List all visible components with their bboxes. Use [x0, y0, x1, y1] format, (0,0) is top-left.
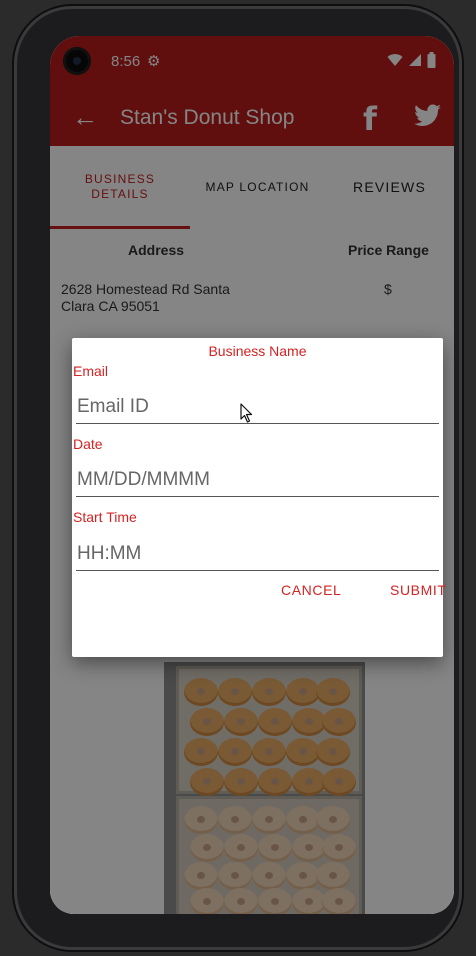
start-time-label: Start Time — [73, 509, 137, 525]
mouse-cursor-icon — [240, 403, 253, 423]
submit-button[interactable]: SUBMIT — [390, 582, 447, 598]
email-field[interactable] — [76, 390, 439, 424]
dialog-title: Business Name — [208, 343, 307, 359]
email-label: Email — [73, 363, 109, 379]
reservation-dialog: Business Name Email Date Start Time CANC… — [72, 338, 446, 657]
cancel-button[interactable]: CANCEL — [281, 582, 341, 598]
phone-frame: 8:56 ⚙ ← Stan's Donut Shop f BUSINESS DE… — [14, 6, 462, 950]
date-label: Date — [73, 436, 103, 452]
start-time-field[interactable] — [76, 537, 439, 571]
date-field[interactable] — [76, 463, 439, 497]
screen: 8:56 ⚙ ← Stan's Donut Shop f BUSINESS DE… — [50, 36, 454, 914]
